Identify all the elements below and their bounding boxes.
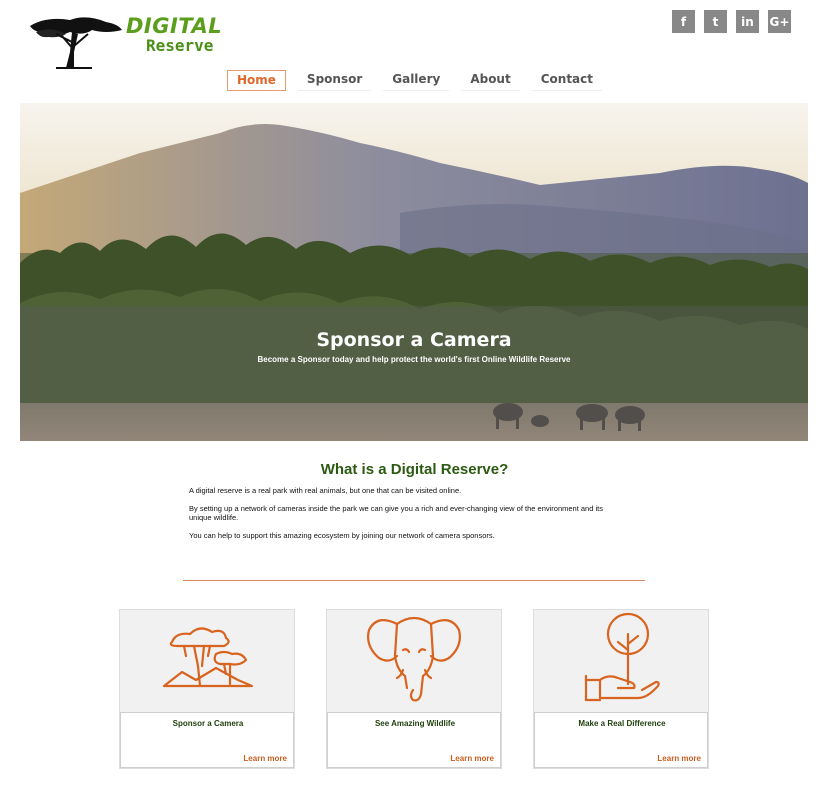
site-logo[interactable]: DIGITAL Reserve xyxy=(26,8,226,70)
nav-home[interactable]: Home xyxy=(226,70,286,91)
card-sponsor-camera: Sponsor a Camera Learn more xyxy=(119,609,295,769)
learn-more-link[interactable]: Learn more xyxy=(450,754,494,763)
nav-gallery[interactable]: Gallery xyxy=(383,70,450,91)
about-paragraph: By setting up a network of cameras insid… xyxy=(189,504,603,522)
section-title: What is a Digital Reserve? xyxy=(320,461,509,478)
card-title: Sponsor a Camera xyxy=(172,719,244,728)
card-image xyxy=(534,610,708,712)
card-image xyxy=(327,610,501,712)
card-real-difference: Make a Real Difference Learn more xyxy=(533,609,709,769)
section-divider xyxy=(183,580,645,581)
facebook-icon[interactable]: f xyxy=(672,10,695,33)
card-title: See Amazing Wildlife xyxy=(374,719,456,728)
social-links: f t in G+ xyxy=(672,10,791,33)
logo-text-digital: DIGITAL xyxy=(126,14,223,38)
about-paragraph: A digital reserve is a real park with re… xyxy=(189,486,462,495)
learn-more-link[interactable]: Learn more xyxy=(657,754,701,763)
card-body: See Amazing Wildlife Learn more xyxy=(327,712,501,768)
card-image xyxy=(120,610,294,712)
hero-subtitle: Become a Sponsor today and help protect … xyxy=(257,355,571,364)
about-paragraph: You can help to support this amazing eco… xyxy=(189,531,495,540)
trees-icon xyxy=(162,627,254,688)
nav-sponsor[interactable]: Sponsor xyxy=(297,70,372,91)
about-text: A digital reserve is a real park with re… xyxy=(189,486,609,549)
linkedin-icon[interactable]: in xyxy=(736,10,759,33)
nav-about[interactable]: About xyxy=(461,70,520,91)
hand-plant-icon xyxy=(584,612,660,702)
card-title: Make a Real Difference xyxy=(578,719,666,728)
acacia-tree-icon xyxy=(30,17,122,69)
card-amazing-wildlife: See Amazing Wildlife Learn more xyxy=(326,609,502,769)
logo-text-reserve: Reserve xyxy=(146,36,214,55)
google-plus-icon[interactable]: G+ xyxy=(768,10,791,33)
nav-contact[interactable]: Contact xyxy=(531,70,602,91)
hero-overlay xyxy=(20,306,808,441)
hero-title: Sponsor a Camera xyxy=(316,329,512,351)
elephant-icon xyxy=(367,616,461,702)
card-body: Sponsor a Camera Learn more xyxy=(120,712,294,768)
main-nav: Home Sponsor Gallery About Contact xyxy=(0,70,829,91)
hero-banner: Sponsor a Camera Become a Sponsor today … xyxy=(20,103,808,441)
learn-more-link[interactable]: Learn more xyxy=(243,754,287,763)
card-body: Make a Real Difference Learn more xyxy=(534,712,708,768)
twitter-icon[interactable]: t xyxy=(704,10,727,33)
